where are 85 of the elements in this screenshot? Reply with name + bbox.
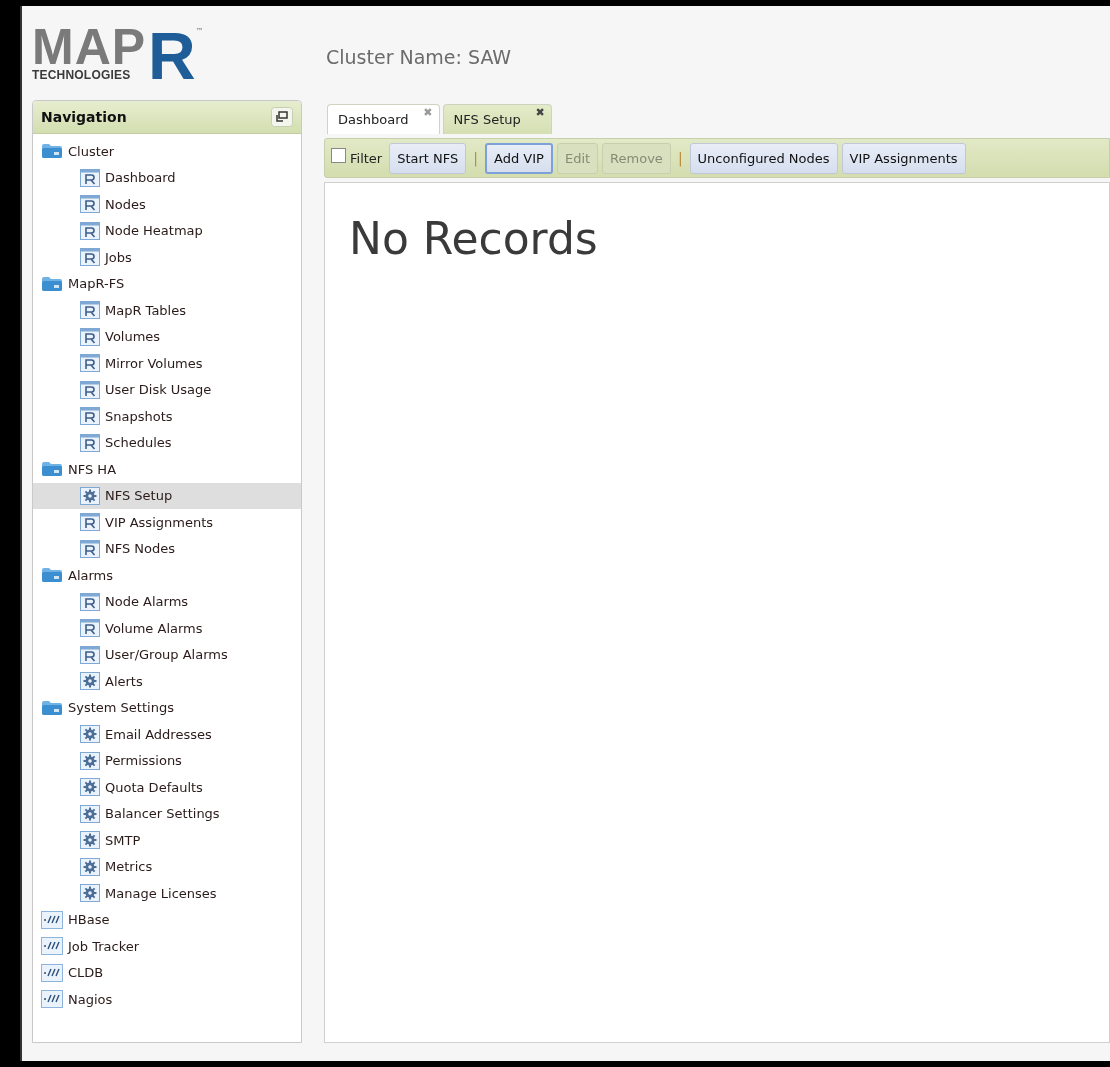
toolbar-button[interactable]: Start NFS: [389, 142, 467, 174]
logo-subtitle: TECHNOLOGIES: [32, 67, 132, 83]
toolbar-button[interactable]: VIP Assignments: [841, 142, 966, 174]
report-icon: [80, 301, 100, 320]
nav-item[interactable]: Permissions: [33, 747, 301, 774]
nav-item[interactable]: Node Alarms: [33, 588, 301, 615]
nav-item[interactable]: Volume Alarms: [33, 615, 301, 642]
gear-icon: [80, 831, 100, 850]
report-icon: [80, 221, 100, 240]
report-icon: [80, 433, 100, 452]
folder-icon: [41, 143, 63, 160]
separator: |: [473, 150, 479, 166]
nav-item[interactable]: Schedules: [33, 429, 301, 456]
nav-item[interactable]: Nagios: [33, 986, 301, 1013]
report-icon: [80, 248, 100, 267]
empty-message: No Records: [349, 213, 599, 264]
folder-icon: [41, 567, 63, 584]
gear-icon: [80, 778, 100, 797]
nav-item[interactable]: Metrics: [33, 853, 301, 880]
nav-item[interactable]: Quota Defaults: [33, 774, 301, 801]
report-icon: [80, 195, 100, 214]
nav-item[interactable]: CLDB: [33, 959, 301, 986]
chart-icon: [41, 963, 63, 982]
nav-item[interactable]: Job Tracker: [33, 933, 301, 960]
report-icon: [80, 645, 100, 664]
nav-item[interactable]: User Disk Usage: [33, 376, 301, 403]
nav-item[interactable]: System Settings: [33, 694, 301, 721]
nav-item[interactable]: Email Addresses: [33, 721, 301, 748]
nav-item[interactable]: Nodes: [33, 191, 301, 218]
gear-icon: [80, 884, 100, 903]
chart-icon: [41, 990, 63, 1009]
gear-icon: [80, 804, 100, 823]
gear-icon: [80, 725, 100, 744]
nav-item[interactable]: Alerts: [33, 668, 301, 695]
report-icon: [80, 513, 100, 532]
nav-item[interactable]: VIP Assignments: [33, 509, 301, 536]
logo-wordmark: MAP: [32, 27, 147, 67]
nav-item[interactable]: NFS Nodes: [33, 535, 301, 562]
nav-item[interactable]: NFS HA: [33, 456, 301, 483]
report-icon: [80, 168, 100, 187]
report-icon: [80, 619, 100, 638]
chart-icon: [41, 910, 63, 929]
nav-item[interactable]: MapR Tables: [33, 297, 301, 324]
folder-icon: [41, 461, 63, 478]
nav-item[interactable]: Cluster: [33, 138, 301, 165]
report-icon: [80, 407, 100, 426]
panel-title: Navigation: [41, 109, 127, 125]
toolbar-button[interactable]: Unconfigured Nodes: [689, 142, 838, 174]
checkbox[interactable]: [331, 147, 346, 163]
nav-item[interactable]: NFS Setup: [33, 482, 301, 509]
nav-item[interactable]: Jobs: [33, 244, 301, 271]
gear-icon: [80, 486, 100, 505]
gear-icon: [80, 751, 100, 770]
cluster-name: Cluster Name: SAW: [326, 46, 512, 68]
logo-letter: R: [148, 27, 196, 85]
nav-item[interactable]: Snapshots: [33, 403, 301, 430]
restore-icon[interactable]: [271, 107, 293, 127]
nav-item[interactable]: Volumes: [33, 323, 301, 350]
nav-item[interactable]: Dashboard: [33, 164, 301, 191]
nav-item[interactable]: Node Heatmap: [33, 217, 301, 244]
folder-icon: [41, 275, 63, 292]
report-icon: [80, 539, 100, 558]
nav-item[interactable]: User/Group Alarms: [33, 641, 301, 668]
report-icon: [80, 380, 100, 399]
report-icon: [80, 592, 100, 611]
tab[interactable]: Dashboard ✖: [327, 104, 440, 134]
nav-item[interactable]: Manage Licenses: [33, 880, 301, 907]
chart-icon: [41, 937, 63, 956]
report-icon: [80, 354, 100, 373]
tab[interactable]: NFS Setup ✖: [442, 104, 552, 134]
nav-item[interactable]: MapR-FS: [33, 270, 301, 297]
folder-icon: [41, 699, 63, 716]
nav-item[interactable]: Alarms: [33, 562, 301, 589]
nav-item[interactable]: HBase: [33, 906, 301, 933]
nav-item[interactable]: Balancer Settings: [33, 800, 301, 827]
report-icon: [80, 327, 100, 346]
close-icon[interactable]: ✖: [535, 106, 545, 119]
nav-item[interactable]: Mirror Volumes: [33, 350, 301, 377]
separator: |: [677, 150, 683, 166]
gear-icon: [80, 672, 100, 691]
gear-icon: [80, 857, 100, 876]
toolbar-button[interactable]: Add VIP: [485, 142, 553, 174]
trademark: ™: [195, 27, 204, 36]
nav-item[interactable]: SMTP: [33, 827, 301, 854]
checkbox-label: Filter: [350, 150, 383, 166]
